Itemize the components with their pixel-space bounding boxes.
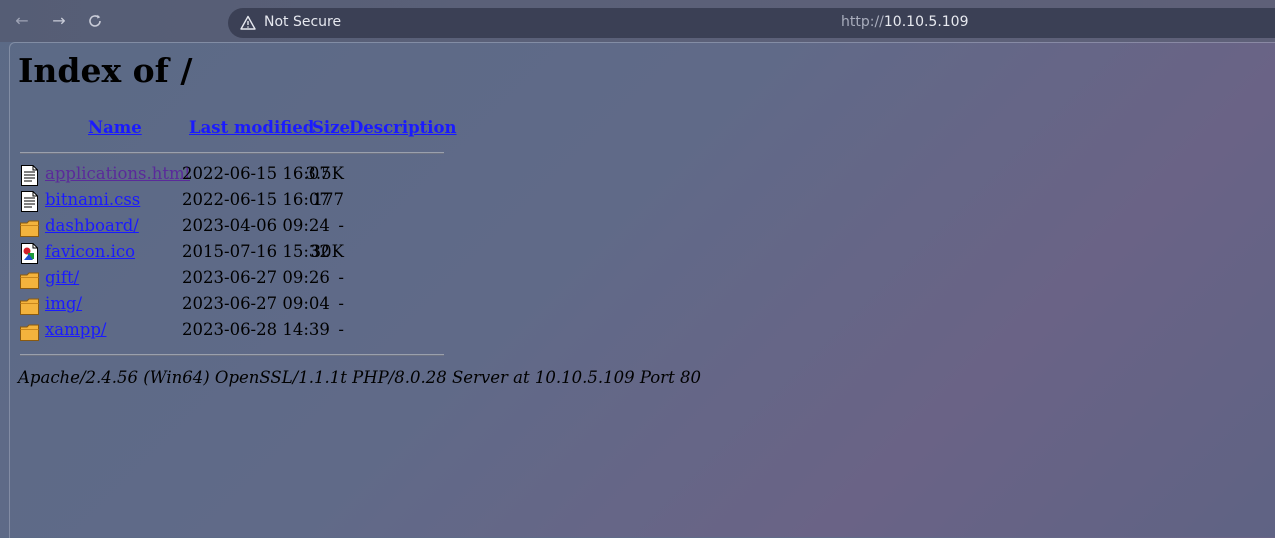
not-secure-label[interactable]: Not Secure (264, 14, 341, 30)
browser-toolbar: ← → Not Secure http://10.10.5.109 (0, 0, 1275, 42)
address-bar[interactable]: Not Secure http://10.10.5.109 (228, 8, 1275, 38)
footer-divider (20, 354, 444, 356)
column-header-size[interactable]: Size (312, 118, 350, 137)
size-value: - (338, 320, 344, 339)
page-content: Index of / Name Last modified Size Descr… (9, 42, 1275, 538)
folder-icon (20, 217, 39, 238)
url-scheme: http:// (841, 14, 884, 30)
list-item: dashboard/2023-04-06 09:24- (20, 216, 460, 240)
server-signature: Apache/2.4.56 (Win64) OpenSSL/1.1.1t PHP… (18, 368, 701, 387)
image-file-icon (20, 243, 39, 264)
size-value: - (338, 268, 344, 287)
folder-icon (20, 269, 39, 290)
url-text[interactable]: http://10.10.5.109 (841, 14, 969, 30)
folder-icon (20, 321, 39, 342)
header-divider (20, 152, 444, 154)
back-arrow-icon[interactable]: ← (11, 10, 33, 32)
list-item: bitnami.css 2022-06-15 16:07 177 (20, 190, 460, 214)
column-header-description[interactable]: Description (349, 118, 457, 137)
size-value: 177 (312, 190, 345, 209)
file-link[interactable]: gift/ (45, 268, 79, 287)
size-value: - (338, 294, 344, 313)
column-header-last-modified[interactable]: Last modified (189, 118, 314, 137)
list-item: gift/2023-06-27 09:26- (20, 268, 460, 292)
file-link[interactable]: applications.html (45, 164, 190, 183)
list-item: img/2023-06-27 09:04- (20, 294, 460, 318)
warning-triangle-icon (240, 15, 256, 30)
url-host: 10.10.5.109 (883, 14, 969, 30)
file-link[interactable]: bitnami.css (45, 190, 140, 209)
reload-icon[interactable] (84, 10, 106, 32)
forward-arrow-icon[interactable]: → (48, 10, 70, 32)
file-link[interactable]: img/ (45, 294, 82, 313)
size-value: 3.5K (305, 164, 344, 183)
text-file-icon (20, 165, 39, 186)
file-link[interactable]: favicon.ico (45, 242, 135, 261)
page-title: Index of / (18, 51, 193, 90)
size-value: - (338, 216, 344, 235)
list-item: applications.html 2022-06-15 16:07 3.5K (20, 164, 460, 188)
list-item: xampp/2023-06-28 14:39- (20, 320, 460, 344)
folder-icon (20, 295, 39, 316)
file-link[interactable]: dashboard/ (45, 216, 139, 235)
text-file-icon (20, 191, 39, 212)
file-link[interactable]: xampp/ (45, 320, 106, 339)
size-value: 30K (310, 242, 344, 261)
list-item: favicon.ico 2015-07-16 15:32 30K (20, 242, 460, 266)
column-header-name[interactable]: Name (88, 118, 142, 137)
